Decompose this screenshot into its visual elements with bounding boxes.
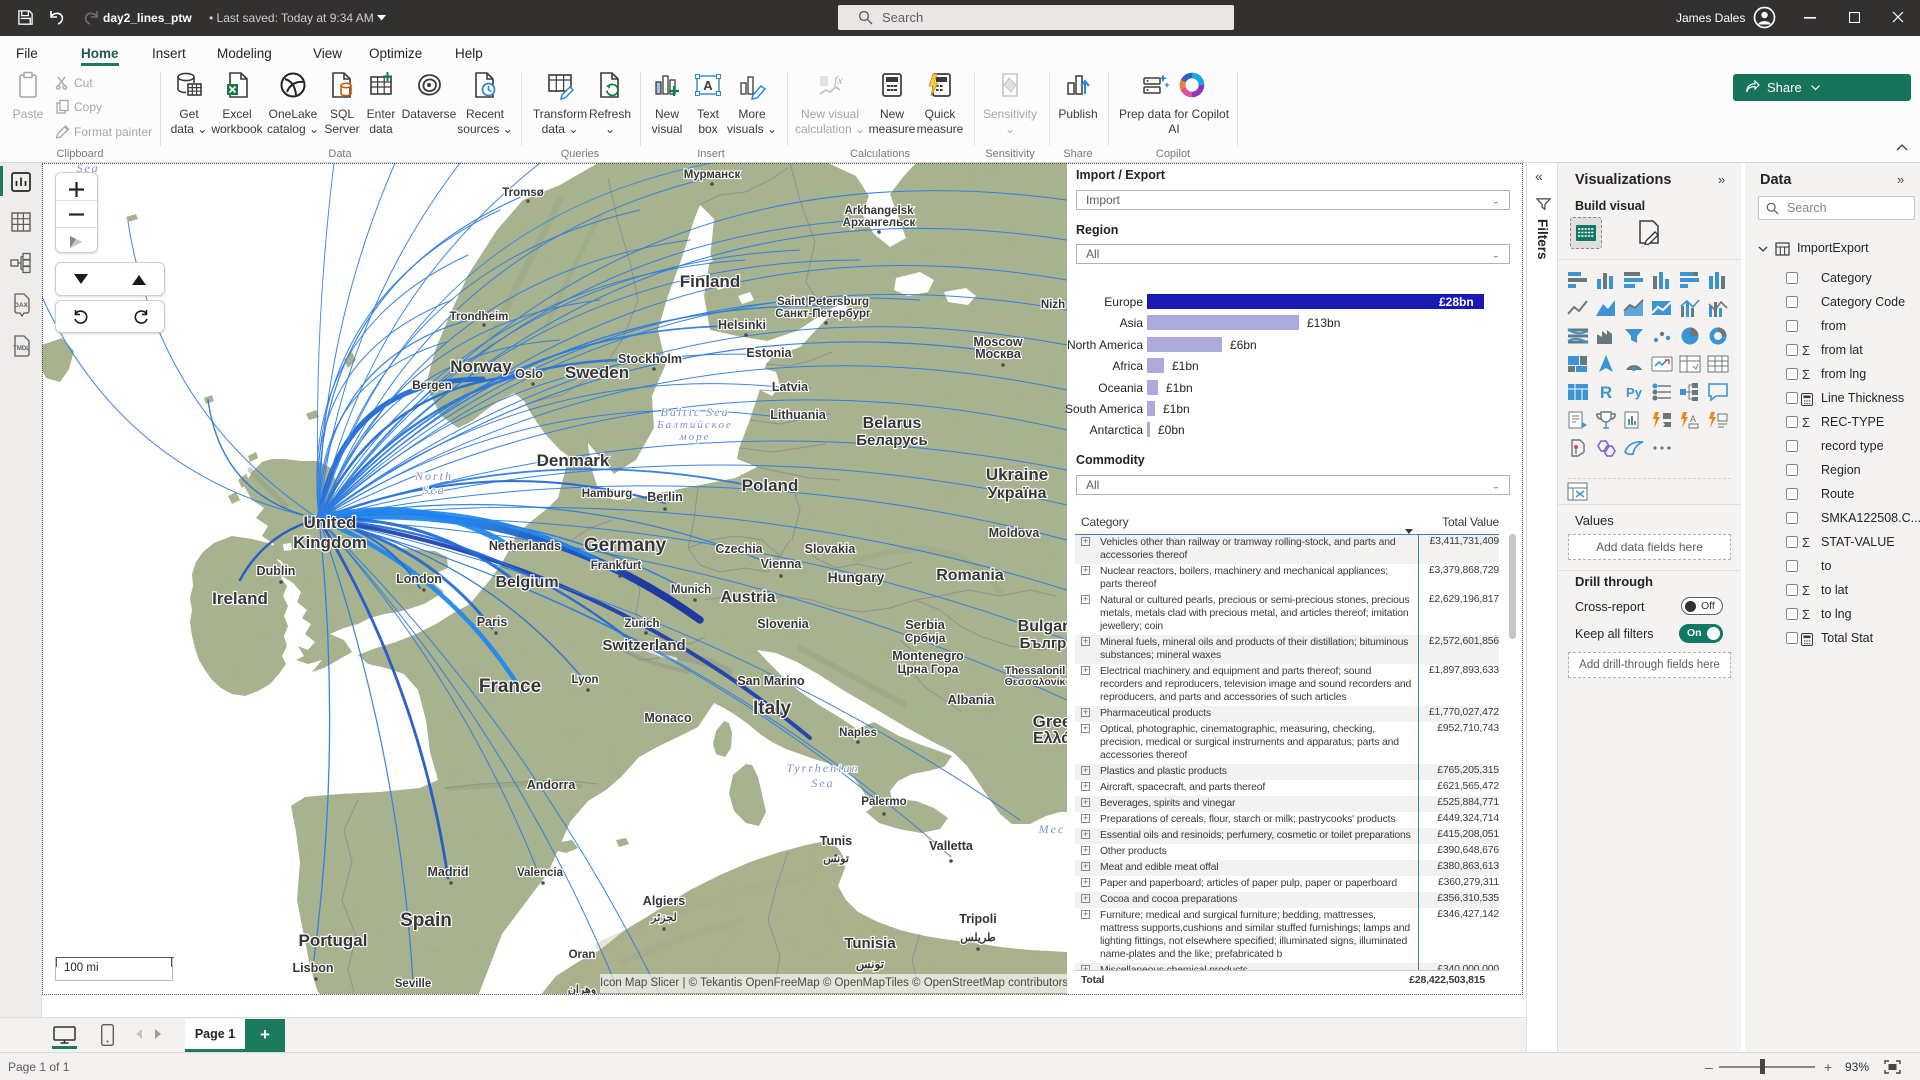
- svg-text:A: A: [703, 78, 713, 93]
- svg-text:fx: fx: [834, 73, 843, 87]
- svg-text:A: A: [1690, 414, 1696, 424]
- svg-text:R: R: [1600, 383, 1612, 402]
- svg-text:Py: Py: [1626, 385, 1643, 400]
- svg-text:DAX: DAX: [14, 302, 28, 309]
- svg-text:TMDL: TMDL: [13, 346, 30, 352]
